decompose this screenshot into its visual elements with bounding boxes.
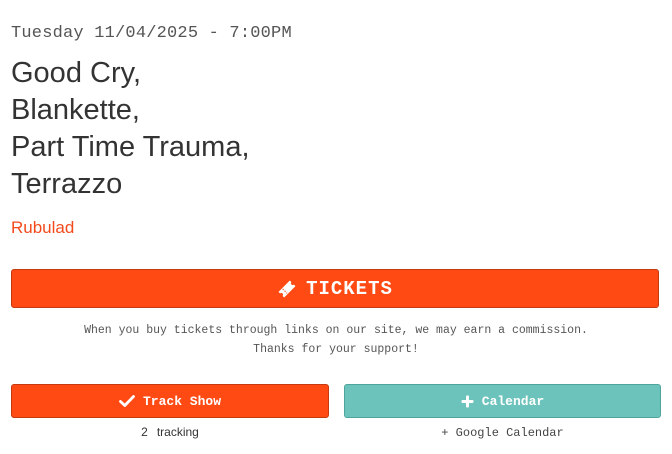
plus-icon xyxy=(461,395,474,408)
track-show-label: Track Show xyxy=(142,393,221,409)
lineup: Good Cry, Blankette, Part Time Trauma, T… xyxy=(11,55,250,203)
tracking-count: 2 tracking xyxy=(11,425,329,439)
tracking-label: tracking xyxy=(156,425,199,439)
venue-link[interactable]: Rubulad xyxy=(11,218,74,238)
disclaimer-line: Thanks for your support! xyxy=(253,343,419,356)
calendar-label: Calendar xyxy=(481,393,545,409)
event-datetime: Tuesday 11/04/2025 - 7:00PM xyxy=(11,24,292,43)
lineup-artist: Terrazzo xyxy=(11,168,123,200)
calendar-button[interactable]: Calendar xyxy=(344,384,661,418)
ticket-icon xyxy=(277,279,297,299)
tickets-label: TICKETS xyxy=(306,277,393,300)
lineup-artist: Blankette, xyxy=(11,94,140,126)
tracking-number: 2 xyxy=(141,425,148,439)
tickets-button[interactable]: TICKETS xyxy=(11,269,659,308)
track-show-button[interactable]: Track Show xyxy=(11,384,329,418)
commission-disclaimer: When you buy tickets through links on ou… xyxy=(0,321,672,359)
lineup-artist: Part Time Trauma, xyxy=(11,131,250,163)
checkmark-icon xyxy=(119,394,135,408)
disclaimer-line: When you buy tickets through links on ou… xyxy=(84,324,588,337)
lineup-artist: Good Cry, xyxy=(11,57,142,89)
google-calendar-link[interactable]: + Google Calendar xyxy=(344,426,661,440)
